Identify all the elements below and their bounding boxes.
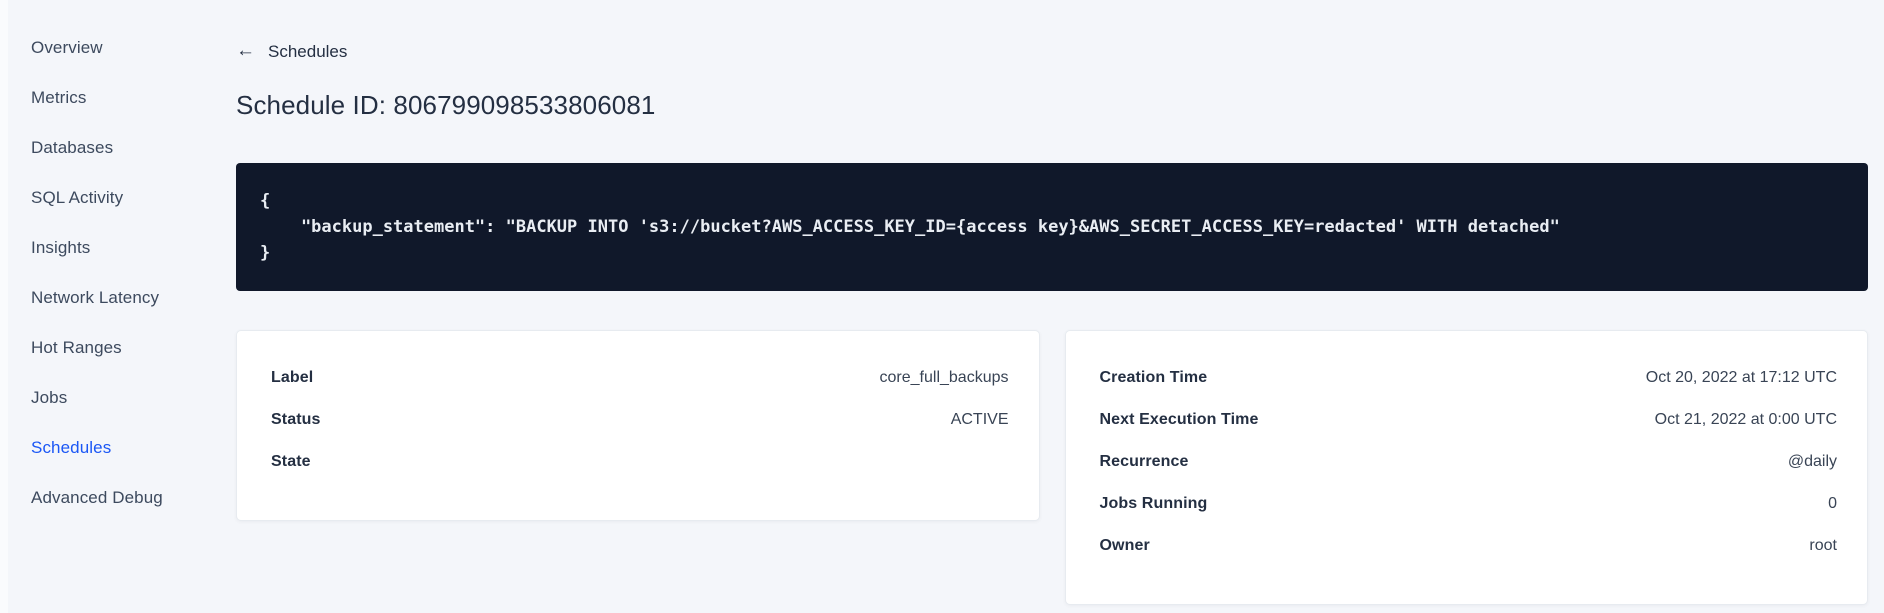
row-label: Next Execution Time: [1099, 411, 1259, 428]
row-value: Oct 20, 2022 at 17:12 UTC: [1645, 369, 1837, 386]
back-link[interactable]: ← Schedules: [236, 40, 348, 62]
row-value: ACTIVE: [950, 411, 1009, 428]
schedule-definition-code: { "backup_statement": "BACKUP INTO 's3:/…: [236, 163, 1868, 291]
sidebar-item-metrics[interactable]: Metrics: [8, 73, 236, 123]
back-link-label: Schedules: [268, 42, 348, 61]
sidebar-item-network-latency[interactable]: Network Latency: [8, 273, 236, 323]
back-arrow-icon: ←: [236, 40, 255, 61]
row-label: Owner: [1099, 537, 1150, 554]
row-label: State: [271, 453, 311, 470]
sidebar-item-insights[interactable]: Insights: [8, 223, 236, 273]
code-line: {: [260, 191, 271, 211]
sidebar-item-overview[interactable]: Overview: [8, 23, 236, 73]
detail-row-creation-time: Creation Time Oct 20, 2022 at 17:12 UTC: [1100, 357, 1838, 399]
app-root: Overview Metrics Databases SQL Activity …: [0, 0, 1884, 613]
row-label: Recurrence: [1099, 453, 1189, 470]
detail-row-label: Label core_full_backups: [271, 357, 1009, 399]
left-edge-strip: [0, 0, 8, 613]
detail-row-next-execution-time: Next Execution Time Oct 21, 2022 at 0:00…: [1100, 399, 1838, 441]
row-label: Jobs Running: [1099, 495, 1208, 512]
row-value: 0: [1828, 495, 1837, 512]
row-value: Oct 21, 2022 at 0:00 UTC: [1654, 411, 1837, 428]
schedule-timing-card: Creation Time Oct 20, 2022 at 17:12 UTC …: [1064, 330, 1868, 605]
detail-row-owner: Owner root: [1100, 525, 1838, 567]
detail-row-state: State: [271, 441, 1009, 483]
sidebar-item-schedules[interactable]: Schedules: [8, 423, 236, 473]
sidebar-item-advanced-debug[interactable]: Advanced Debug: [8, 473, 236, 523]
row-value: root: [1809, 537, 1837, 554]
row-label: Creation Time: [1099, 369, 1208, 386]
row-value: @daily: [1787, 453, 1837, 470]
schedule-details-card: Label core_full_backups Status ACTIVE St…: [236, 330, 1040, 521]
detail-row-status: Status ACTIVE: [271, 399, 1009, 441]
sidebar-nav: Overview Metrics Databases SQL Activity …: [8, 0, 236, 613]
sidebar-item-jobs[interactable]: Jobs: [8, 373, 236, 423]
detail-row-jobs-running: Jobs Running 0: [1100, 483, 1838, 525]
sidebar-item-hot-ranges[interactable]: Hot Ranges: [8, 323, 236, 373]
detail-cards-row: Label core_full_backups Status ACTIVE St…: [236, 330, 1868, 605]
code-line: "backup_statement": "BACKUP INTO 's3://b…: [260, 217, 1560, 237]
sidebar-item-databases[interactable]: Databases: [8, 123, 236, 173]
main-content: ← Schedules Schedule ID: 806799098533806…: [236, 0, 1884, 613]
code-line: }: [260, 243, 271, 263]
row-label: Label: [271, 369, 314, 386]
row-label: Status: [271, 411, 321, 428]
sidebar-item-sql-activity[interactable]: SQL Activity: [8, 173, 236, 223]
row-value: core_full_backups: [879, 369, 1009, 386]
detail-row-recurrence: Recurrence @daily: [1100, 441, 1838, 483]
page-title: Schedule ID: 806799098533806081: [236, 90, 656, 120]
